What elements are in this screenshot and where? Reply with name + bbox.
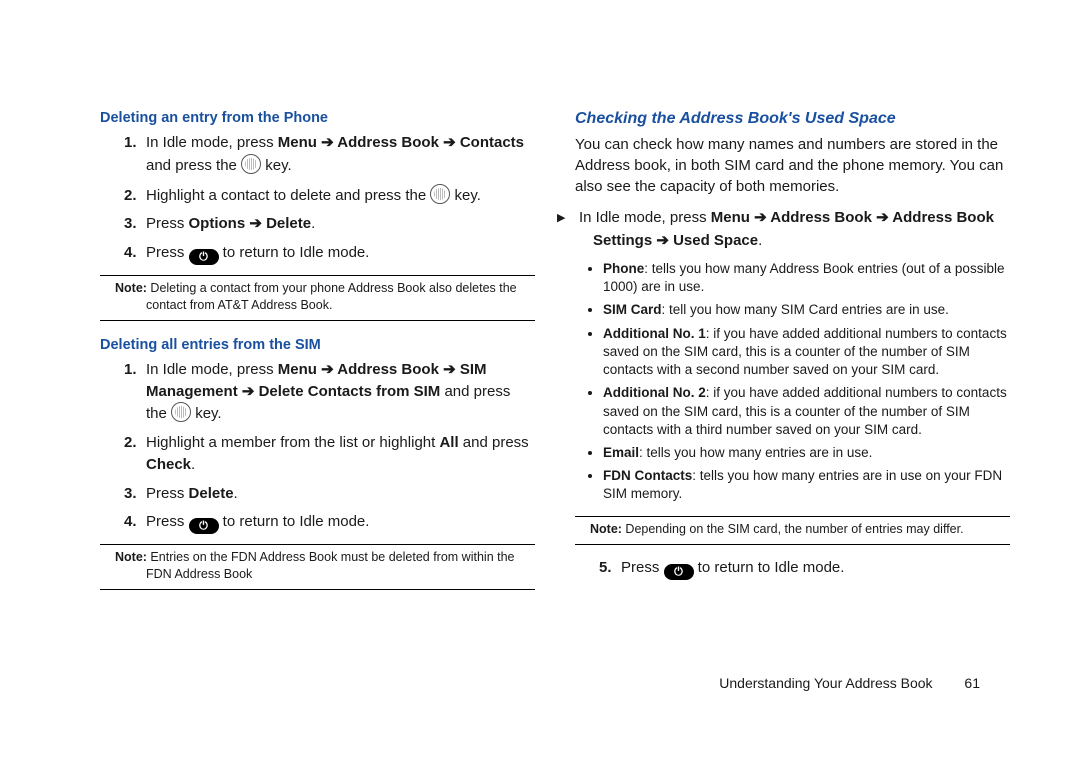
list-item: 3.Press Options ➔ Delete. <box>146 213 535 235</box>
divider <box>575 544 1010 545</box>
end-key-icon: ⏻ <box>664 564 694 580</box>
divider <box>100 275 535 276</box>
ok-key-icon <box>430 184 450 204</box>
divider <box>575 516 1010 517</box>
list-item: Phone: tells you how many Address Book e… <box>603 260 1010 296</box>
list-item: FDN Contacts: tells you how many entries… <box>603 467 1010 503</box>
divider <box>100 320 535 321</box>
note-used-space: Note: Depending on the SIM card, the num… <box>575 521 1010 538</box>
manual-page: Deleting an entry from the Phone 1.In Id… <box>0 0 1080 771</box>
list-item: 4.Press ⏻ to return to Idle mode. <box>146 511 535 534</box>
list-item: 5.Press ⏻ to return to Idle mode. <box>621 557 1010 580</box>
note-delete-all-sim: Note: Entries on the FDN Address Book mu… <box>100 549 535 583</box>
list-item: 2.Highlight a contact to delete and pres… <box>146 184 535 207</box>
end-key-icon: ⏻ <box>189 518 219 534</box>
right-column: Checking the Address Book's Used Space Y… <box>575 110 1010 670</box>
left-column: Deleting an entry from the Phone 1.In Id… <box>100 110 535 670</box>
end-key-icon: ⏻ <box>189 249 219 265</box>
list-item: 2.Highlight a member from the list or hi… <box>146 432 535 476</box>
list-item: 1.In Idle mode, press Menu ➔ Address Boo… <box>146 132 535 177</box>
list-item: 4.Press ⏻ to return to Idle mode. <box>146 242 535 265</box>
note-delete-entry-phone: Note: Deleting a contact from your phone… <box>100 280 535 314</box>
list-item: Email: tells you how many entries are in… <box>603 444 1010 462</box>
list-item: 1.In Idle mode, press Menu ➔ Address Boo… <box>146 359 535 425</box>
divider <box>100 544 535 545</box>
list-item: Additional No. 1: if you have added addi… <box>603 325 1010 380</box>
page-number: 61 <box>964 675 980 691</box>
nav-sequence-used-space: ▶In Idle mode, press Menu ➔ Address Book… <box>575 207 1010 252</box>
page-footer: Understanding Your Address Book 61 <box>719 675 980 691</box>
list-item: 3.Press Delete. <box>146 483 535 505</box>
intro-used-space: You can check how many names and numbers… <box>575 134 1010 197</box>
steps-delete-entry-phone: 1.In Idle mode, press Menu ➔ Address Boo… <box>100 132 535 265</box>
heading-delete-entry-phone: Deleting an entry from the Phone <box>100 110 535 126</box>
ok-key-icon <box>171 402 191 422</box>
steps-delete-all-sim: 1.In Idle mode, press Menu ➔ Address Boo… <box>100 359 535 535</box>
ok-key-icon <box>241 154 261 174</box>
step-5: 5.Press ⏻ to return to Idle mode. <box>575 557 1010 580</box>
list-item: SIM Card: tell you how many SIM Card ent… <box>603 301 1010 319</box>
used-space-bullets: Phone: tells you how many Address Book e… <box>603 260 1010 504</box>
columns: Deleting an entry from the Phone 1.In Id… <box>100 110 1010 670</box>
heading-delete-all-sim: Deleting all entries from the SIM <box>100 337 535 353</box>
list-item: Additional No. 2: if you have added addi… <box>603 384 1010 439</box>
chapter-title: Understanding Your Address Book <box>719 675 932 691</box>
divider <box>100 589 535 590</box>
heading-used-space: Checking the Address Book's Used Space <box>575 110 1010 128</box>
